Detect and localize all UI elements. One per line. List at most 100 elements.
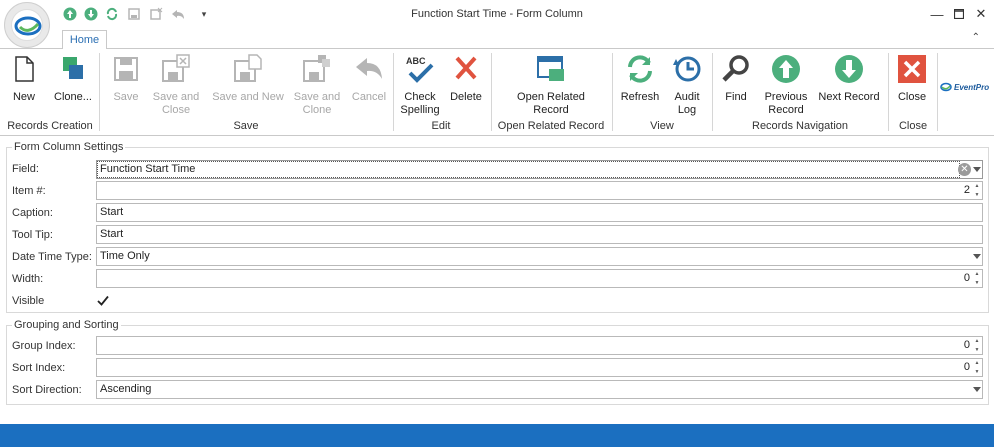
- cancel-button[interactable]: Cancel: [350, 53, 388, 104]
- spinner-arrows-icon[interactable]: ▲ ▼: [973, 360, 981, 375]
- width-label: Width:: [12, 273, 44, 285]
- spinner-arrows-icon[interactable]: ▲ ▼: [973, 338, 981, 353]
- caption-value: Start: [100, 206, 124, 218]
- clone-button[interactable]: Clone...: [50, 53, 96, 104]
- previous-label-line1: Previous: [764, 91, 808, 103]
- delete-x-icon: [455, 56, 477, 80]
- save-close-label-line2: Close: [161, 104, 191, 116]
- eventpro-logo: EventPro: [940, 82, 989, 92]
- search-icon: [722, 55, 749, 82]
- close-button[interactable]: Close: [896, 53, 928, 104]
- save-and-new-button[interactable]: Save and New: [210, 53, 286, 104]
- spinner-arrows-icon[interactable]: ▲ ▼: [973, 183, 981, 198]
- chevron-down-icon[interactable]: [972, 249, 981, 264]
- delete-button[interactable]: Delete: [448, 53, 484, 104]
- close-window-icon[interactable]: ✕: [970, 4, 992, 24]
- group-separator: [937, 53, 938, 131]
- save-close-icon: [162, 54, 190, 82]
- datetime-type-label: Date Time Type:: [12, 251, 92, 263]
- group-label-save: Save: [233, 120, 259, 132]
- group-index-value: 0: [963, 339, 970, 351]
- new-document-icon: [15, 56, 34, 82]
- group-index-spinner[interactable]: 0 ▲ ▼: [96, 336, 983, 355]
- chevron-down-icon[interactable]: [972, 162, 981, 177]
- app-logo-icon: [11, 9, 43, 41]
- group-label-view: View: [650, 120, 674, 132]
- qat-save-close-icon: [148, 6, 164, 22]
- sort-index-label: Sort Index:: [12, 362, 66, 374]
- group-label-close: Close: [898, 120, 928, 132]
- qat-refresh-icon[interactable]: [104, 6, 120, 22]
- title-bar: ▾ Function Start Time - Form Column — ✕: [0, 0, 994, 48]
- arrow-down-circle-icon: [835, 55, 863, 83]
- clear-icon[interactable]: ✕: [958, 163, 971, 176]
- datetime-type-select[interactable]: Time Only: [96, 247, 983, 266]
- save-label: Save: [113, 91, 139, 103]
- find-button[interactable]: Find: [720, 53, 752, 104]
- clone-label: Clone...: [54, 91, 92, 103]
- minimize-icon[interactable]: —: [926, 4, 948, 24]
- tooltip-input[interactable]: Start: [96, 225, 983, 244]
- next-label: Next Record: [818, 91, 880, 103]
- open-related-record-button[interactable]: Open Related Record: [512, 53, 590, 117]
- visible-label: Visible: [12, 295, 45, 307]
- caption-input[interactable]: Start: [96, 203, 983, 222]
- clone-icon: [63, 57, 83, 79]
- collapse-ribbon-icon[interactable]: ⌃: [972, 32, 980, 43]
- item-number-label: Item #:: [12, 185, 46, 197]
- save-and-clone-button[interactable]: Save and Clone: [292, 53, 342, 117]
- delete-label: Delete: [450, 91, 482, 103]
- audit-log-button[interactable]: Audit Log: [668, 53, 706, 117]
- app-menu-button[interactable]: [4, 2, 50, 48]
- save-clone-label-line1: Save and: [293, 91, 341, 103]
- new-button[interactable]: New: [8, 53, 40, 104]
- arrow-up-circle-icon: [772, 55, 800, 83]
- refresh-button[interactable]: Refresh: [618, 53, 662, 104]
- sort-direction-select[interactable]: Ascending: [96, 380, 983, 399]
- group-title: Form Column Settings: [12, 141, 126, 153]
- group-label-navigation: Records Navigation: [752, 120, 848, 132]
- previous-record-button[interactable]: Previous Record: [760, 53, 812, 117]
- audit-label-line1: Audit: [674, 91, 700, 103]
- brand-text: EventPro: [954, 82, 990, 92]
- field-label: Field:: [12, 163, 39, 175]
- visible-checkbox[interactable]: [96, 293, 110, 307]
- width-spinner[interactable]: 0 ▲ ▼: [96, 269, 983, 288]
- group-title: Grouping and Sorting: [12, 319, 121, 331]
- group-index-label: Group Index:: [12, 340, 76, 352]
- save-button[interactable]: Save: [108, 53, 144, 104]
- cancel-label: Cancel: [351, 91, 387, 103]
- tooltip-label: Tool Tip:: [12, 229, 53, 241]
- check-spelling-button[interactable]: ABC Check Spelling: [399, 53, 441, 117]
- datetime-type-value: Time Only: [100, 250, 150, 262]
- open-related-label-line2: Record: [533, 104, 569, 116]
- width-value: 0: [963, 272, 970, 284]
- save-new-label: Save and New: [212, 91, 284, 103]
- qat-up-icon[interactable]: [62, 6, 78, 22]
- sort-index-spinner[interactable]: 0 ▲ ▼: [96, 358, 983, 377]
- spinner-arrows-icon[interactable]: ▲ ▼: [973, 271, 981, 286]
- sort-direction-label: Sort Direction:: [12, 384, 82, 396]
- maximize-icon[interactable]: [948, 4, 970, 24]
- qat-down-icon[interactable]: [83, 6, 99, 22]
- ribbon: New Clone... Records Creation Save Save …: [0, 49, 994, 136]
- history-clock-icon: [673, 56, 701, 82]
- find-label: Find: [725, 91, 747, 103]
- undo-arrow-icon: [356, 58, 382, 79]
- sort-direction-value: Ascending: [100, 383, 152, 395]
- qat-customize-icon[interactable]: ▾: [196, 6, 212, 22]
- next-record-button[interactable]: Next Record: [816, 53, 882, 104]
- status-bar: [0, 424, 994, 447]
- save-clone-icon: [303, 55, 330, 82]
- chevron-down-icon[interactable]: [972, 382, 981, 397]
- checkmark-icon: [97, 295, 109, 306]
- check-spelling-label-line2: Spelling: [400, 104, 440, 116]
- item-number-spinner[interactable]: 2 ▲ ▼: [96, 181, 983, 200]
- open-window-icon: [537, 56, 564, 81]
- eventpro-logo-icon: [940, 82, 952, 92]
- audit-label-line2: Log: [677, 104, 697, 116]
- field-select[interactable]: Function Start Time ✕: [96, 160, 983, 179]
- save-and-close-button[interactable]: Save and Close: [150, 53, 202, 117]
- tab-home[interactable]: Home: [62, 30, 107, 50]
- open-related-label-line1: Open Related: [517, 91, 585, 103]
